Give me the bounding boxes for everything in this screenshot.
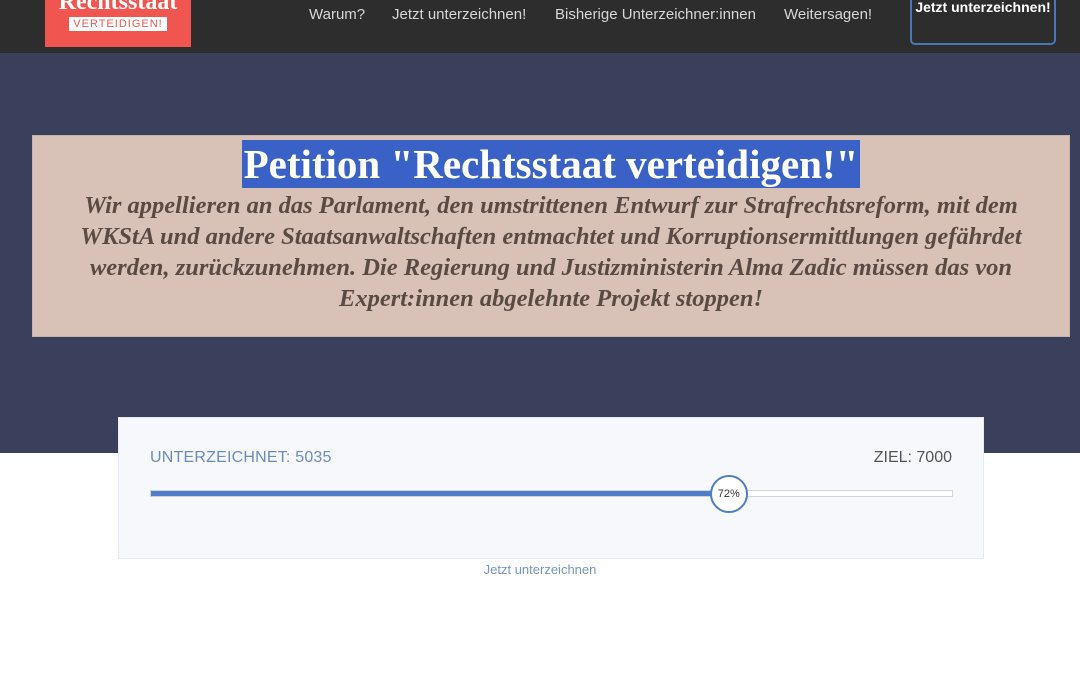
progress-track: 72% <box>150 475 953 513</box>
signature-progress-card: UNTERZEICHNET: 5035 ZIEL: 7000 72% <box>118 417 984 559</box>
logo[interactable]: Rechtsstaat VERTEIDIGEN! <box>45 0 191 47</box>
nav-link-bisherige-unterzeichner[interactable]: Bisherige Unterzeichner:innen <box>555 6 756 23</box>
sign-now-button[interactable]: Jetzt unterzeichnen! <box>910 0 1056 45</box>
logo-sub-text: VERTEIDIGEN! <box>69 17 167 31</box>
progress-fill <box>151 491 728 496</box>
logo-main-text: Rechtsstaat <box>58 0 178 15</box>
nav-link-jetzt-unterzeichnen[interactable]: Jetzt unterzeichnen! <box>392 6 526 23</box>
petition-banner: Petition "Rechtsstaat verteidigen!" Wir … <box>32 135 1070 337</box>
nav-link-warum[interactable]: Warum? <box>309 6 365 23</box>
sign-now-link[interactable]: Jetzt unterzeichnen <box>0 562 1080 577</box>
progress-percent-badge: 72% <box>709 475 748 513</box>
goal-count: ZIEL: 7000 <box>873 449 952 466</box>
petition-title: Petition "Rechtsstaat verteidigen!" <box>241 140 861 188</box>
signed-count: UNTERZEICHNET: 5035 <box>150 449 332 466</box>
petition-description: Wir appellieren an das Parlament, den um… <box>80 192 1022 312</box>
top-navbar: Rechtsstaat VERTEIDIGEN! Warum? Jetzt un… <box>0 0 1080 53</box>
nav-link-weitersagen[interactable]: Weitersagen! <box>784 6 872 23</box>
